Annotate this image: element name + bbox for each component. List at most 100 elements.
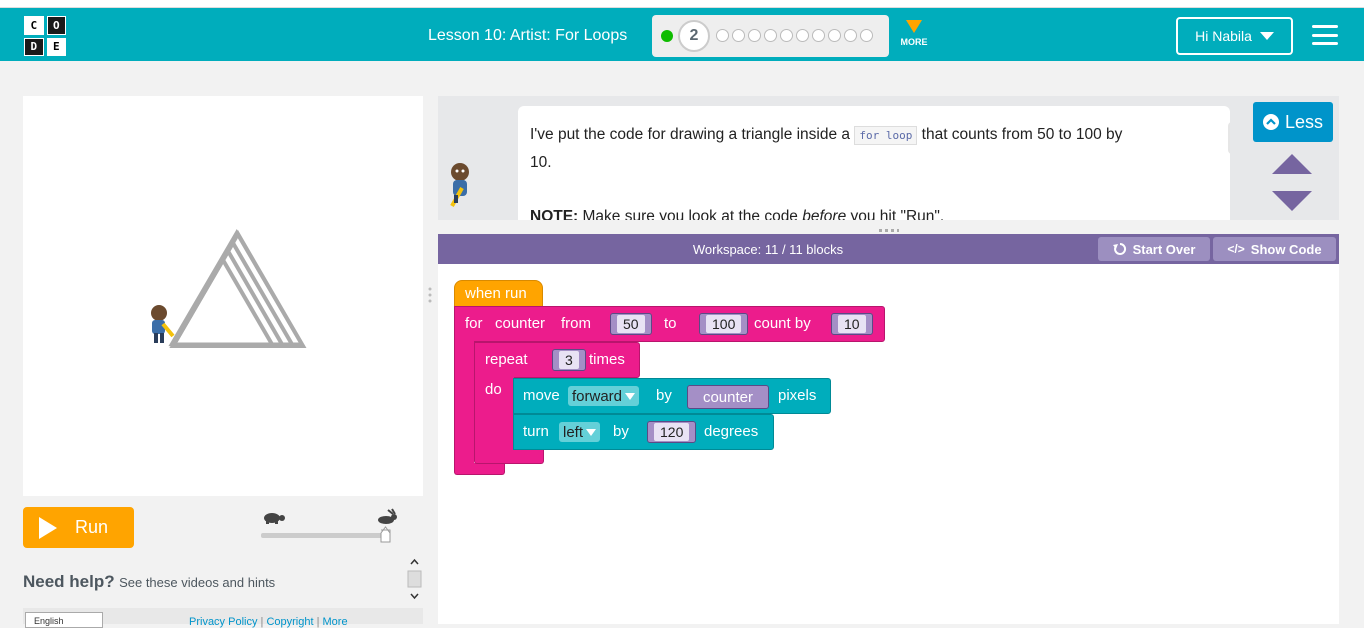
turtle-icon: [264, 513, 285, 524]
turn-direction-dropdown[interactable]: left: [559, 422, 601, 442]
speed-slider[interactable]: [258, 508, 400, 548]
remaining-level-dots: [716, 29, 873, 42]
move-variable: counter: [702, 388, 754, 406]
to-value-slot[interactable]: 100: [699, 313, 749, 335]
scroll-thumb[interactable]: [407, 570, 422, 588]
level-dot[interactable]: [764, 29, 777, 42]
do-label: do: [485, 381, 502, 398]
for-variable[interactable]: counter: [495, 315, 545, 332]
start-over-button[interactable]: Start Over: [1098, 237, 1210, 261]
dropdown-arrow-icon: [625, 392, 636, 400]
privacy-policy-link[interactable]: Privacy Policy: [189, 616, 257, 628]
note-text-2: you hit "Run".: [846, 208, 945, 220]
user-menu-button[interactable]: Hi Nabila: [1176, 17, 1293, 55]
help-title: Need help?: [23, 572, 115, 591]
reset-icon: [1112, 242, 1126, 255]
when-run-label: when run: [465, 285, 527, 302]
level-dot[interactable]: [844, 29, 857, 42]
help-scrollbar[interactable]: [406, 556, 423, 602]
level-dot[interactable]: [812, 29, 825, 42]
turn-block[interactable]: turn left by 120 degrees: [513, 414, 774, 450]
scroll-instructions-down-icon[interactable]: [1272, 191, 1312, 211]
from-value[interactable]: 50: [617, 315, 645, 333]
level-dot[interactable]: [780, 29, 793, 42]
more-label: MORE: [900, 37, 928, 47]
instruction-text-1: I've put the code for drawing a triangle…: [530, 126, 855, 143]
turn-by-label: by: [613, 423, 629, 440]
times-label: times: [589, 351, 625, 368]
move-block[interactable]: move forward by counter pixels: [513, 378, 831, 414]
slider-track: [261, 533, 383, 538]
for-loop-code-tag: for loop: [854, 126, 918, 145]
instruction-text: I've put the code for drawing a triangle…: [530, 121, 1145, 176]
scroll-instructions-up-icon[interactable]: [1272, 154, 1312, 174]
less-label: Less: [1284, 111, 1324, 132]
for-loop-block[interactable]: for counter from 50 to 100 count by 10: [454, 306, 885, 342]
language-select[interactable]: English: [25, 612, 103, 628]
more-button[interactable]: MORE: [897, 20, 931, 47]
browser-top-strip: [0, 0, 1364, 8]
repeat-block[interactable]: repeat 3 times: [474, 342, 640, 378]
header-bar: C O D E Lesson 10: Artist: For Loops 2 M…: [0, 8, 1364, 61]
footer: English Privacy Policy | Copyright | Mor…: [23, 608, 423, 628]
repeat-value-slot[interactable]: 3: [552, 349, 586, 371]
for-label: for: [465, 315, 483, 332]
repeat-value[interactable]: 3: [559, 351, 579, 369]
play-icon: [39, 516, 57, 539]
pixels-label: pixels: [778, 387, 817, 404]
when-run-block[interactable]: when run: [454, 280, 543, 308]
note-emphasis: before: [802, 208, 847, 220]
to-value[interactable]: 100: [706, 315, 742, 333]
scroll-down-icon[interactable]: [410, 593, 419, 600]
repeat-label: repeat: [485, 351, 528, 368]
counter-variable-block[interactable]: counter: [687, 385, 769, 409]
triangle-drawing: [168, 229, 307, 348]
more-link[interactable]: More: [323, 616, 348, 628]
level-dot[interactable]: [732, 29, 745, 42]
artist-character-icon: [151, 305, 175, 343]
caret-down-icon: [1259, 32, 1274, 40]
help-subtitle: See these videos and hints: [119, 575, 276, 590]
turn-value[interactable]: 120: [654, 423, 690, 441]
level-dot[interactable]: [796, 29, 809, 42]
visualization-canvas: [23, 96, 423, 496]
level-dot[interactable]: [716, 29, 729, 42]
logo-letter-o: O: [46, 16, 66, 35]
level-progress: 2: [652, 15, 889, 57]
turn-label: turn: [523, 423, 549, 440]
resize-handle[interactable]: [428, 287, 432, 303]
count-by-value[interactable]: 10: [838, 315, 866, 333]
hamburger-menu-icon[interactable]: [1312, 25, 1338, 45]
repeat-arm: do: [474, 377, 514, 451]
avatar-small-icon: [442, 160, 478, 215]
footer-links: Privacy Policy | Copyright | More: [189, 616, 348, 628]
scroll-up-icon[interactable]: [410, 558, 419, 565]
completed-level-dot[interactable]: [661, 30, 673, 42]
code-org-logo[interactable]: C O D E: [24, 16, 66, 56]
level-dot[interactable]: [860, 29, 873, 42]
move-direction: forward: [572, 387, 623, 405]
user-label: Hi Nabila: [1195, 28, 1252, 44]
instructions-card: I've put the code for drawing a triangle…: [518, 106, 1230, 220]
level-dot[interactable]: [828, 29, 841, 42]
level-dot[interactable]: [748, 29, 761, 42]
logo-letter-d: D: [24, 37, 44, 56]
current-level-bubble[interactable]: 2: [678, 20, 710, 52]
artist-drawing: [151, 229, 307, 348]
move-direction-dropdown[interactable]: forward: [568, 386, 640, 406]
run-button[interactable]: Run: [23, 507, 134, 548]
logo-letter-e: E: [46, 37, 66, 56]
show-code-button[interactable]: </> Show Code: [1213, 237, 1336, 261]
for-loop-bottom: [454, 463, 505, 475]
lesson-title[interactable]: Lesson 10: Artist: For Loops: [428, 27, 627, 45]
blockly-workspace[interactable]: when run for counter from 50 to 100 coun…: [438, 264, 1339, 624]
count-by-value-slot[interactable]: 10: [831, 313, 873, 335]
from-value-slot[interactable]: 50: [610, 313, 652, 335]
slider-handle[interactable]: [380, 526, 391, 543]
run-label: Run: [75, 517, 109, 537]
copyright-link[interactable]: Copyright: [266, 616, 313, 628]
rabbit-icon: [378, 508, 397, 524]
move-by-label: by: [656, 387, 672, 404]
turn-value-slot[interactable]: 120: [647, 421, 697, 443]
less-button[interactable]: Less: [1253, 102, 1333, 142]
